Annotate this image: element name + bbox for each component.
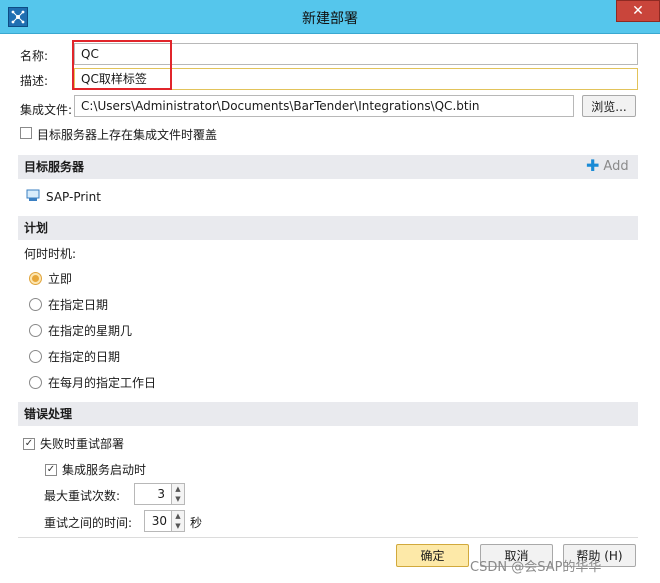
close-icon: ✕ [632, 3, 644, 19]
service-start-checkbox[interactable]: ✓ [45, 463, 57, 476]
target-servers-title: 目标服务器 [24, 160, 85, 174]
check-icon: ✓ [46, 463, 56, 475]
service-start-label: 集成服务启动时 [62, 463, 147, 477]
interval-unit: 秒 [190, 516, 203, 530]
schedule-title: 计划 [24, 221, 49, 235]
retry-checkbox[interactable]: ✓ [23, 437, 35, 450]
schedule-header: 计划 [18, 216, 638, 240]
schedule-option-day[interactable]: 在指定的日期 [29, 348, 120, 365]
when-label: 何时时机: [24, 247, 77, 261]
ok-button[interactable]: 确定 [396, 544, 469, 567]
radio[interactable] [29, 298, 42, 311]
browse-button[interactable]: 浏览... [582, 95, 636, 117]
retry-row[interactable]: ✓ 失败时重试部署 [23, 435, 124, 452]
interval-stepper[interactable]: ▲ ▼ [171, 510, 185, 532]
close-button[interactable]: ✕ [616, 0, 660, 22]
radio-selected[interactable] [29, 272, 42, 285]
watermark: CSDN @会SAP的华华 [470, 560, 602, 575]
radio[interactable] [29, 350, 42, 363]
max-retries-stepper[interactable]: ▲ ▼ [171, 483, 185, 505]
option-label: 立即 [48, 272, 73, 286]
interval-label: 重试之间的时间: [44, 516, 133, 530]
interval-input[interactable]: 30 [144, 510, 172, 532]
option-label: 在指定的星期几 [48, 324, 133, 338]
add-label: Add [603, 158, 629, 174]
add-server-button[interactable]: ✚ Add [586, 158, 629, 174]
window-title: 新建部署 [302, 11, 358, 27]
footer-divider [18, 537, 638, 538]
check-icon: ✓ [24, 437, 34, 449]
plus-icon: ✚ [586, 156, 600, 175]
retry-label: 失败时重试部署 [40, 437, 125, 451]
file-label: 集成文件: [20, 103, 73, 117]
max-retries-label: 最大重试次数: [44, 489, 121, 503]
spin-up-icon[interactable]: ▲ [172, 484, 184, 494]
description-label: 描述: [20, 74, 49, 88]
printer-server-icon [26, 188, 40, 205]
file-path-input[interactable]: C:\Users\Administrator\Documents\BarTend… [74, 95, 574, 117]
radio[interactable] [29, 324, 42, 337]
server-name: SAP-Print [46, 189, 101, 204]
highlight-box [72, 40, 172, 90]
service-start-row[interactable]: ✓ 集成服务启动时 [45, 461, 146, 478]
name-label: 名称: [20, 49, 49, 63]
option-label: 在指定日期 [48, 298, 109, 312]
error-handling-title: 错误处理 [24, 407, 73, 421]
schedule-option-immediate[interactable]: 立即 [29, 270, 72, 287]
schedule-option-monthly-workday[interactable]: 在每月的指定工作日 [29, 374, 156, 391]
spin-up-icon[interactable]: ▲ [172, 511, 184, 521]
spin-down-icon[interactable]: ▼ [172, 494, 184, 504]
schedule-option-date[interactable]: 在指定日期 [29, 296, 108, 313]
overwrite-label: 目标服务器上存在集成文件时覆盖 [37, 128, 218, 142]
max-retries-input[interactable]: 3 [134, 483, 172, 505]
server-item[interactable]: SAP-Print [26, 188, 101, 205]
spin-down-icon[interactable]: ▼ [172, 521, 184, 531]
option-label: 在每月的指定工作日 [48, 376, 157, 390]
overwrite-checkbox[interactable] [20, 127, 32, 139]
error-handling-header: 错误处理 [18, 402, 638, 426]
schedule-option-weekday[interactable]: 在指定的星期几 [29, 322, 132, 339]
target-servers-header: 目标服务器 [18, 155, 638, 179]
radio[interactable] [29, 376, 42, 389]
option-label: 在指定的日期 [48, 350, 121, 364]
